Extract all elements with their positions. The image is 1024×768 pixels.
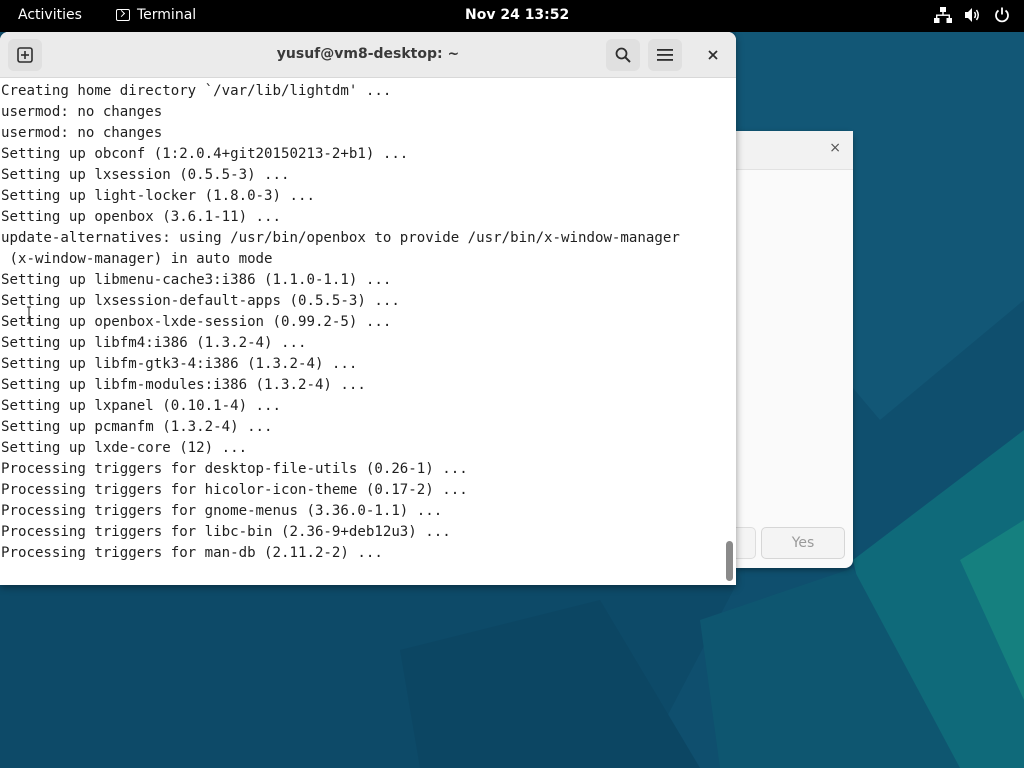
search-icon — [615, 47, 631, 63]
terminal-line: Processing triggers for man-db (2.11.2-2… — [1, 545, 383, 561]
terminal-line: Setting up openbox-lxde-session (0.99.2-… — [1, 314, 392, 330]
terminal-line: Setting up libfm-modules:i386 (1.3.2-4) … — [1, 377, 366, 393]
clock[interactable]: Nov 24 13:52 — [465, 7, 569, 23]
terminal-line: Setting up pcmanfm (1.3.2-4) ... — [1, 419, 273, 435]
network-icon[interactable] — [934, 7, 952, 23]
terminal-line: Setting up lxsession-default-apps (0.5.5… — [1, 293, 400, 309]
dialog-close-button[interactable]: × — [829, 140, 841, 156]
volume-icon[interactable] — [964, 7, 982, 23]
terminal-window[interactable]: yusuf@vm8-desktop: ~ Creating home direc… — [0, 32, 736, 585]
dialog-header: × — [736, 131, 853, 170]
terminal-line: Setting up lxpanel (0.10.1-4) ... — [1, 398, 282, 414]
scrollbar-thumb[interactable] — [726, 541, 733, 581]
terminal-line: usermod: no changes — [1, 104, 163, 120]
search-button[interactable] — [606, 39, 640, 71]
terminal-line: Setting up light-locker (1.8.0-3) ... — [1, 188, 315, 204]
terminal-line: Setting up obconf (1:2.0.4+git20150213-2… — [1, 146, 409, 162]
terminal-output[interactable]: Creating home directory `/var/lib/lightd… — [0, 78, 722, 585]
terminal-icon — [116, 9, 130, 21]
close-window-button[interactable] — [700, 39, 726, 71]
top-bar: Activities Terminal Nov 24 13:52 — [0, 0, 1024, 32]
terminal-line: Processing triggers for gnome-menus (3.3… — [1, 503, 443, 519]
terminal-line: Setting up openbox (3.6.1-11) ... — [1, 209, 282, 225]
app-menu-label: Terminal — [137, 7, 197, 23]
power-icon[interactable] — [994, 7, 1010, 23]
text-cursor-icon — [27, 306, 31, 324]
terminal-line: Setting up lxsession (0.5.5-3) ... — [1, 167, 290, 183]
terminal-line: Processing triggers for libc-bin (2.36-9… — [1, 524, 451, 540]
background-dialog[interactable]: × Yes — [736, 131, 853, 568]
close-icon — [708, 50, 718, 60]
terminal-line: Processing triggers for desktop-file-uti… — [1, 461, 468, 477]
terminal-line: usermod: no changes — [1, 125, 163, 141]
menu-button[interactable] — [648, 39, 682, 71]
terminal-line: Setting up libmenu-cache3:i386 (1.1.0-1.… — [1, 272, 392, 288]
dialog-yes-button[interactable]: Yes — [761, 527, 845, 559]
terminal-line: Setting up libfm4:i386 (1.3.2-4) ... — [1, 335, 307, 351]
dialog-no-button[interactable] — [736, 527, 756, 559]
terminal-line: Creating home directory `/var/lib/lightd… — [1, 83, 392, 99]
terminal-line: (x-window-manager) in auto mode — [1, 251, 273, 267]
terminal-headerbar[interactable]: yusuf@vm8-desktop: ~ — [0, 32, 736, 78]
app-menu-terminal[interactable]: Terminal — [116, 7, 196, 23]
terminal-line: update-alternatives: using /usr/bin/open… — [1, 230, 680, 246]
terminal-scrollbar[interactable] — [722, 78, 736, 585]
system-tray[interactable] — [934, 7, 1010, 23]
hamburger-icon — [657, 49, 673, 61]
activities-button[interactable]: Activities — [18, 7, 82, 23]
terminal-line: Setting up lxde-core (12) ... — [1, 440, 248, 456]
terminal-line: Processing triggers for hicolor-icon-the… — [1, 482, 468, 498]
terminal-line: Setting up libfm-gtk3-4:i386 (1.3.2-4) .… — [1, 356, 358, 372]
